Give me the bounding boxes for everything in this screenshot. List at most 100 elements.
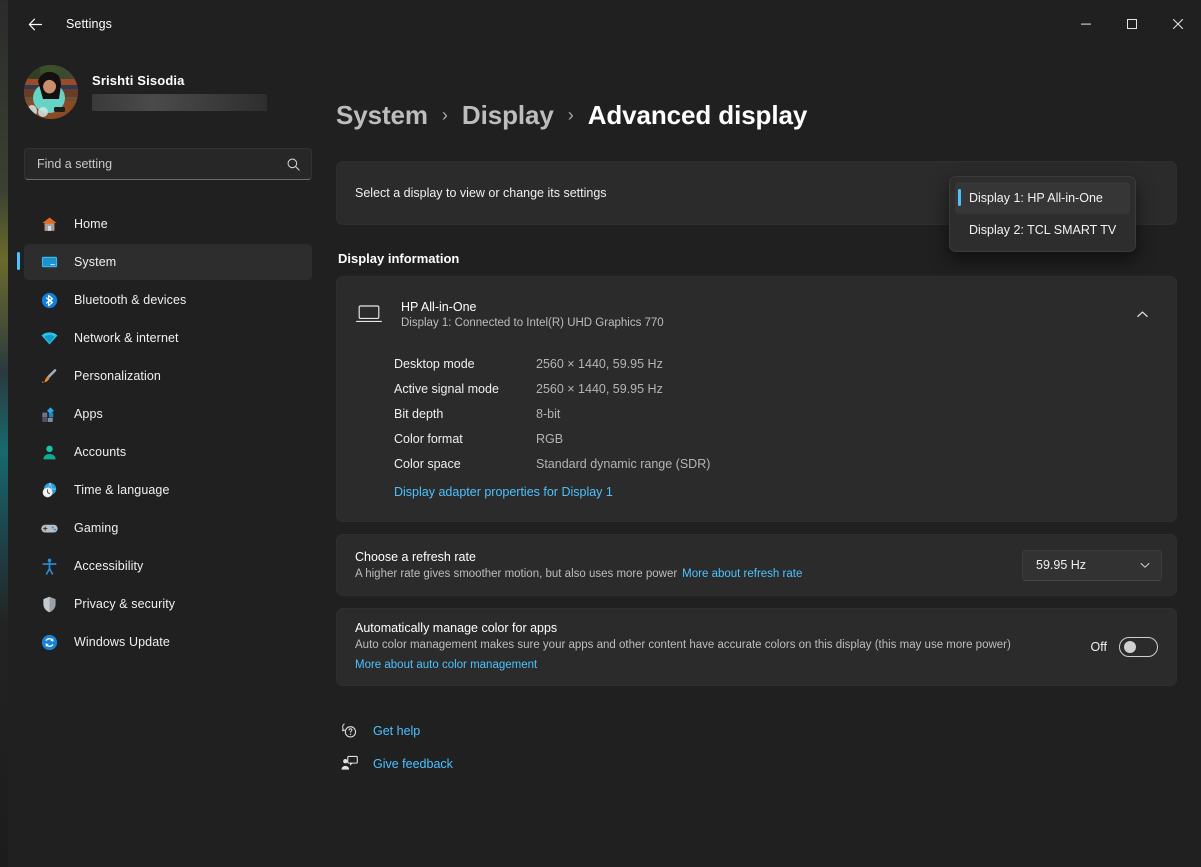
close-icon [1172,18,1184,30]
display-information-header[interactable]: HP All-in-One Display 1: Connected to In… [337,277,1176,351]
flyout-item-label: Display 2: TCL SMART TV [969,223,1116,237]
sidebar-item-home[interactable]: Home [24,206,312,242]
sidebar-item-gaming[interactable]: Gaming [24,510,312,546]
profile-text: Srishti Sisodia [92,73,267,111]
chevron-up-icon[interactable] [1126,298,1158,330]
back-arrow-icon [27,16,44,33]
sidebar-item-system[interactable]: System [24,244,312,280]
auto-color-title: Automatically manage color for apps [355,621,1077,635]
sidebar-item-windows-update[interactable]: Windows Update [24,624,312,660]
search-box[interactable] [24,148,312,180]
user-profile[interactable]: Srishti Sisodia [24,58,320,126]
breadcrumb-separator: › [568,105,574,126]
bluetooth-icon [38,289,60,311]
get-help-label: Get help [373,724,420,738]
app-title: Settings [66,17,112,31]
auto-color-management-card: Automatically manage color for apps Auto… [336,608,1177,686]
spec-row: Bit depth 8-bit [394,401,1176,426]
refresh-rate-title: Choose a refresh rate [355,550,1022,564]
refresh-rate-value: 59.95 Hz [1036,558,1086,572]
refresh-rate-subtitle-text: A higher rate gives smoother motion, but… [355,568,677,580]
sidebar-item-apps[interactable]: Apps [24,396,312,432]
auto-color-text: Automatically manage color for apps Auto… [355,621,1091,673]
give-feedback-label: Give feedback [373,757,453,771]
apps-icon [38,403,60,425]
display-information-heading: Display information [338,251,1177,266]
footer-links: Get help Give feedback [336,714,1177,780]
profile-email-redacted [92,94,267,111]
sidebar-item-time-language[interactable]: Time & language [24,472,312,508]
search-icon [286,157,301,172]
sidebar-item-bluetooth-devices[interactable]: Bluetooth & devices [24,282,312,318]
display-device-name: HP All-in-One [401,300,1126,314]
wifi-icon [38,327,60,349]
flyout-item-label: Display 1: HP All-in-One [969,191,1103,205]
display-spec-table: Desktop mode 2560 × 1440, 59.95 Hz Activ… [337,351,1176,517]
accessibility-person-icon [38,555,60,577]
window-controls [1063,0,1201,48]
sidebar-item-label: System [74,255,116,269]
sidebar-item-label: Gaming [74,521,118,535]
sidebar-item-label: Bluetooth & devices [74,293,186,307]
refresh-rate-dropdown[interactable]: 59.95 Hz [1022,550,1162,581]
sidebar-item-label: Windows Update [74,635,170,649]
refresh-circle-icon [38,631,60,653]
home-icon [38,213,60,235]
flyout-item-display-1[interactable]: Display 1: HP All-in-One [955,182,1130,214]
breadcrumb: System › Display › Advanced display [336,100,1177,131]
settings-window: Settings [8,0,1201,867]
spec-value: 2560 × 1440, 59.95 Hz [536,382,663,396]
sidebar-item-label: Personalization [74,369,161,383]
paintbrush-icon [38,365,60,387]
close-button[interactable] [1155,0,1201,48]
auto-color-toggle-wrap: Off [1091,637,1158,657]
display-information-text: HP All-in-One Display 1: Connected to In… [401,300,1126,329]
back-button[interactable] [16,8,54,40]
sidebar-item-accounts[interactable]: Accounts [24,434,312,470]
more-about-auto-color-link[interactable]: More about auto color management [355,659,537,671]
auto-color-toggle-state: Off [1091,640,1107,654]
spec-row: Active signal mode 2560 × 1440, 59.95 Hz [394,376,1176,401]
more-about-refresh-rate-link[interactable]: More about refresh rate [682,568,802,580]
spec-value: 8-bit [536,407,560,421]
maximize-icon [1126,18,1138,30]
avatar-photo [24,65,78,119]
minimize-icon [1080,18,1092,30]
spec-row: Color format RGB [394,426,1176,451]
spec-key: Desktop mode [394,357,536,371]
help-question-icon [338,720,360,742]
sidebar-item-accessibility[interactable]: Accessibility [24,548,312,584]
spec-value: 2560 × 1440, 59.95 Hz [536,357,663,371]
shield-icon [38,593,60,615]
sidebar-item-label: Time & language [74,483,170,497]
sidebar: Srishti Sisodia [8,48,320,867]
maximize-button[interactable] [1109,0,1155,48]
auto-color-toggle[interactable] [1119,637,1158,657]
refresh-rate-card: Choose a refresh rate A higher rate give… [336,534,1177,596]
display-selector-flyout: Display 1: HP All-in-One Display 2: TCL … [949,176,1136,252]
title-bar: Settings [8,0,1201,48]
breadcrumb-display[interactable]: Display [462,100,554,131]
give-feedback-link[interactable]: Give feedback [338,747,1177,780]
search-input[interactable] [37,157,286,171]
spec-key: Color format [394,432,536,446]
spec-row: Desktop mode 2560 × 1440, 59.95 Hz [394,351,1176,376]
display-adapter-properties-link[interactable]: Display adapter properties for Display 1 [394,485,613,499]
account-person-icon [38,441,60,463]
sidebar-item-label: Apps [74,407,103,421]
breadcrumb-system[interactable]: System [336,100,428,131]
sidebar-item-network-internet[interactable]: Network & internet [24,320,312,356]
feedback-person-icon [338,753,360,775]
flyout-item-display-2[interactable]: Display 2: TCL SMART TV [955,214,1130,246]
sidebar-item-privacy-security[interactable]: Privacy & security [24,586,312,622]
sidebar-item-label: Privacy & security [74,597,175,611]
minimize-button[interactable] [1063,0,1109,48]
get-help-link[interactable]: Get help [338,714,1177,747]
sidebar-item-personalization[interactable]: Personalization [24,358,312,394]
spec-row: Color space Standard dynamic range (SDR) [394,451,1176,476]
toggle-knob [1124,641,1136,653]
sidebar-item-label: Accessibility [74,559,143,573]
clock-globe-icon [38,479,60,501]
main-content: System › Display › Advanced display Sele… [320,48,1201,867]
sidebar-item-label: Home [74,217,108,231]
